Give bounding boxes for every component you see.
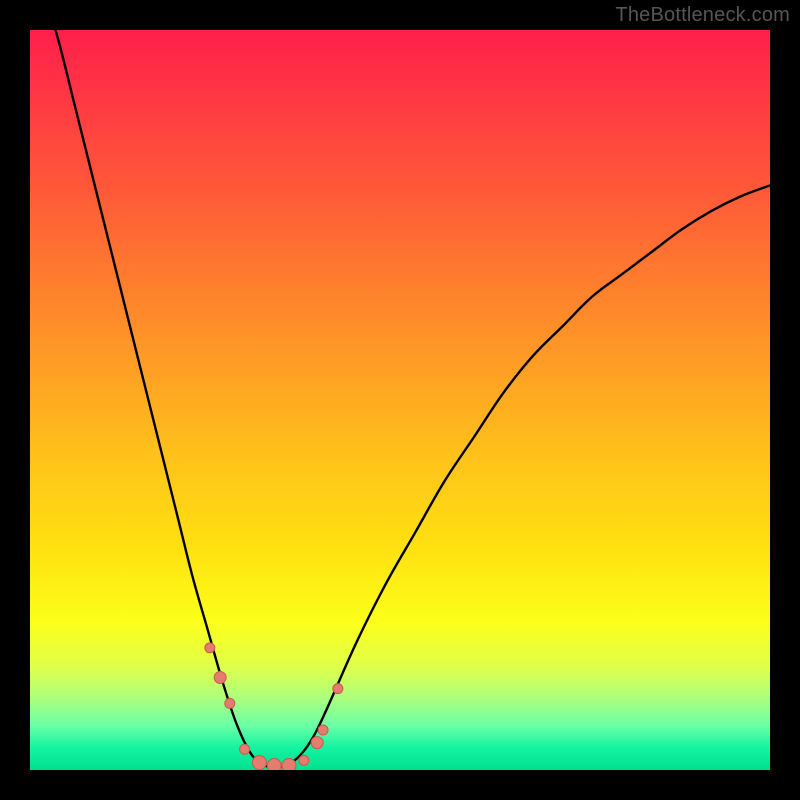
marker-point — [299, 755, 309, 765]
marker-group — [205, 643, 343, 770]
plot-area — [30, 30, 770, 770]
marker-point — [225, 698, 235, 708]
marker-point — [318, 725, 328, 735]
marker-point — [252, 756, 266, 770]
marker-point — [214, 672, 226, 684]
marker-point — [240, 744, 250, 754]
watermark-text: TheBottleneck.com — [615, 4, 790, 27]
marker-point — [333, 684, 343, 694]
outer-frame: TheBottleneck.com — [0, 0, 800, 800]
marker-point — [267, 759, 281, 770]
marker-point — [205, 643, 215, 653]
marker-point — [311, 737, 323, 749]
bottleneck-curve — [45, 30, 770, 768]
chart-svg — [30, 30, 770, 770]
marker-point — [282, 759, 296, 770]
